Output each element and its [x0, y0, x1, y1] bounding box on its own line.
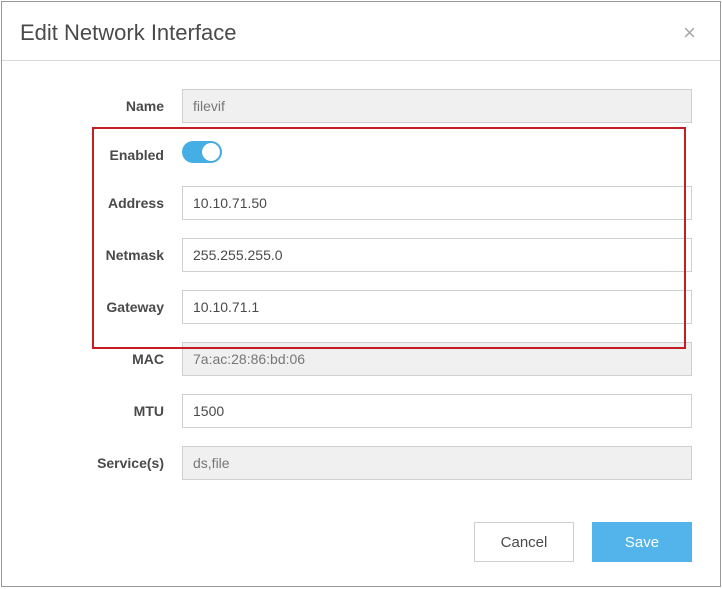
label-name: Name — [2, 98, 182, 114]
mac-input — [182, 342, 692, 376]
label-gateway: Gateway — [2, 299, 182, 315]
row-netmask: Netmask — [2, 238, 692, 272]
dialog-footer: Cancel Save — [2, 504, 720, 586]
label-mac: MAC — [2, 351, 182, 367]
label-enabled: Enabled — [2, 147, 182, 163]
dialog-header: Edit Network Interface × — [2, 2, 720, 61]
label-services: Service(s) — [2, 455, 182, 471]
gateway-input[interactable] — [182, 290, 692, 324]
label-address: Address — [2, 195, 182, 211]
label-netmask: Netmask — [2, 247, 182, 263]
netmask-input[interactable] — [182, 238, 692, 272]
name-input — [182, 89, 692, 123]
cancel-button[interactable]: Cancel — [474, 522, 574, 562]
close-icon[interactable]: × — [679, 20, 700, 46]
address-input[interactable] — [182, 186, 692, 220]
label-mtu: MTU — [2, 403, 182, 419]
enabled-toggle[interactable] — [182, 141, 222, 163]
edit-network-interface-dialog: Edit Network Interface × Name Enabled Ad… — [1, 1, 721, 587]
row-mtu: MTU — [2, 394, 692, 428]
services-input — [182, 446, 692, 480]
mtu-input[interactable] — [182, 394, 692, 428]
toggle-knob — [202, 143, 220, 161]
row-name: Name — [2, 89, 692, 123]
save-button[interactable]: Save — [592, 522, 692, 562]
row-gateway: Gateway — [2, 290, 692, 324]
row-address: Address — [2, 186, 692, 220]
row-enabled: Enabled — [2, 141, 692, 168]
dialog-body: Name Enabled Address Netmask — [2, 61, 720, 504]
row-services: Service(s) — [2, 446, 692, 480]
dialog-title: Edit Network Interface — [20, 20, 236, 46]
row-mac: MAC — [2, 342, 692, 376]
